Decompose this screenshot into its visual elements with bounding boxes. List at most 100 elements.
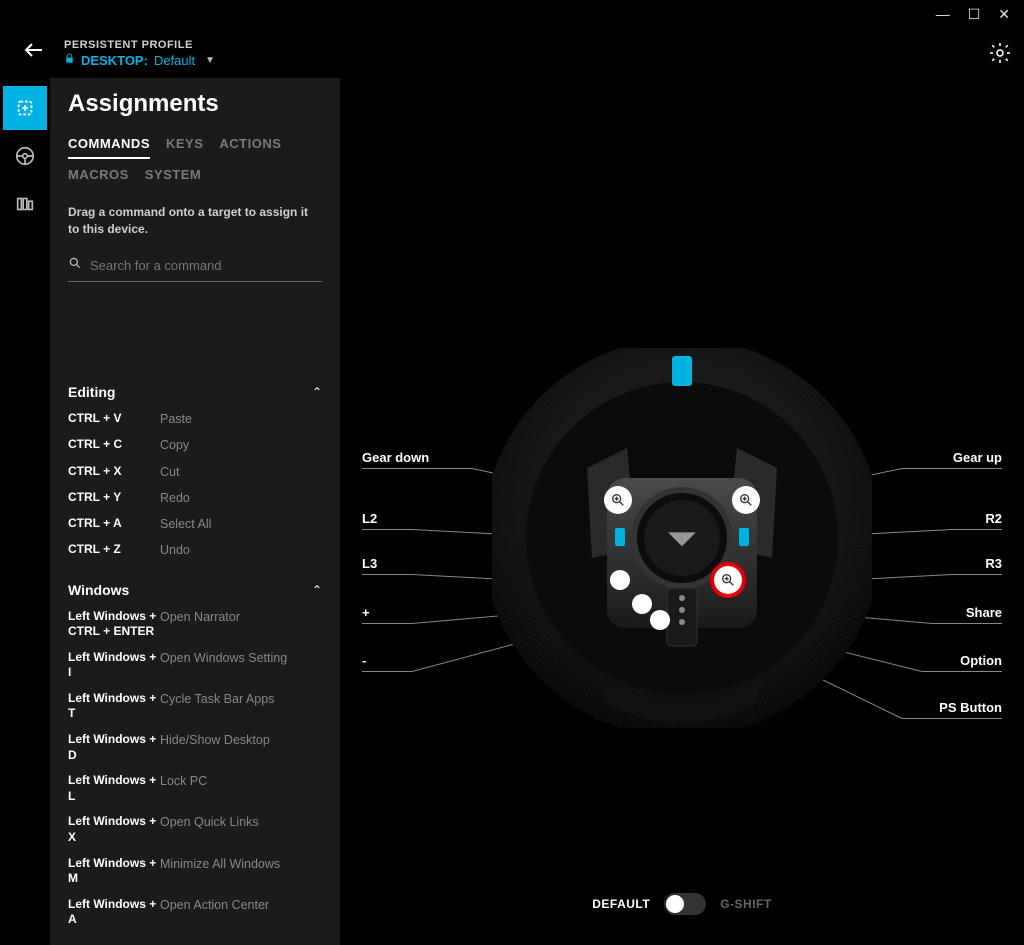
hotspot-r3-highlighted[interactable]	[714, 566, 742, 594]
group-name: Windows	[68, 582, 129, 598]
callout-r2: R2	[985, 511, 1002, 526]
callout-ps-button: PS Button	[939, 700, 1002, 715]
group-name: Editing	[68, 384, 115, 400]
command-item[interactable]: CTRL + XCut	[68, 459, 322, 485]
command-label: Hide/Show Desktop	[160, 732, 270, 748]
command-label: Cycle Task Bar Apps	[160, 691, 274, 707]
profile-name: Default	[154, 53, 195, 68]
command-label: Open Quick Links	[160, 814, 259, 830]
toggle-gshift-label: G-SHIFT	[720, 897, 772, 911]
callout-l2: L2	[362, 511, 377, 526]
tab-keys[interactable]: KEYS	[166, 136, 203, 159]
command-keys: CTRL + Y	[68, 490, 160, 506]
tab-actions[interactable]: ACTIONS	[219, 136, 281, 159]
hotspot-dpad[interactable]	[604, 486, 632, 514]
command-label: Open Windows Setting	[160, 650, 287, 666]
chevron-down-icon[interactable]: ▼	[205, 55, 215, 66]
tab-system[interactable]: SYSTEM	[145, 167, 201, 188]
callout-option: Option	[960, 653, 1002, 668]
command-label: Open Narrator	[160, 609, 240, 625]
command-label: Minimize All Windows	[160, 856, 280, 872]
wheel-diagram: Gear down L2 L3 + -	[362, 348, 1002, 768]
topbar: PERSISTENT PROFILE DESKTOP: Default ▼	[0, 28, 1024, 78]
lock-icon	[64, 53, 75, 67]
window-maximize[interactable]: ☐	[968, 6, 981, 23]
tab-commands[interactable]: COMMANDS	[68, 136, 150, 159]
callout-minus: -	[362, 653, 366, 668]
command-label: Cut	[160, 464, 179, 480]
command-item[interactable]: CTRL + CCopy	[68, 432, 322, 458]
gshift-switch[interactable]	[664, 893, 706, 915]
desktop-label: DESKTOP:	[81, 53, 148, 68]
command-label: Open Action Center	[160, 897, 269, 913]
callout-gear-up: Gear up	[953, 450, 1002, 465]
search-icon	[68, 256, 82, 275]
group-header[interactable]: Windows ⌃	[68, 582, 322, 598]
rail-assignments[interactable]	[3, 86, 47, 130]
callout-l3: L3	[362, 556, 377, 571]
hotspot-plus[interactable]	[632, 594, 652, 614]
command-label: Lock PC	[160, 773, 207, 789]
command-item[interactable]: Left Windows + MMinimize All Windows	[68, 851, 322, 892]
command-label: Undo	[160, 542, 190, 558]
command-label: Copy	[160, 437, 189, 453]
tab-macros[interactable]: MACROS	[68, 167, 129, 188]
command-item[interactable]: CTRL + ASelect All	[68, 511, 322, 537]
callout-share: Share	[966, 605, 1002, 620]
chevron-up-icon: ⌃	[312, 583, 322, 597]
command-keys: Left Windows + A	[68, 897, 160, 928]
page-title: Assignments	[68, 90, 322, 118]
callout-gear-down: Gear down	[362, 450, 429, 465]
hotspot-minus[interactable]	[650, 610, 670, 630]
command-item[interactable]: Left Windows + TCycle Task Bar Apps	[68, 686, 322, 727]
sidebar: Assignments COMMANDS KEYS ACTIONS MACROS…	[50, 78, 340, 945]
command-item[interactable]: CTRL + VPaste	[68, 406, 322, 432]
command-label: Select All	[160, 516, 211, 532]
command-item[interactable]: Left Windows + DHide/Show Desktop	[68, 727, 322, 768]
command-item[interactable]: CTRL + YRedo	[68, 485, 322, 511]
command-keys: Left Windows + CTRL + ENTER	[68, 609, 160, 640]
command-list[interactable]: Editing⌃CTRL + VPasteCTRL + CCopyCTRL + …	[68, 366, 334, 945]
rail-pedals[interactable]	[3, 182, 47, 226]
chevron-up-icon: ⌃	[312, 385, 322, 399]
back-button[interactable]	[10, 38, 58, 68]
window-minimize[interactable]: —	[936, 6, 950, 22]
device-view: Gear down L2 L3 + -	[340, 78, 1024, 945]
settings-button[interactable]	[988, 41, 1012, 65]
help-text: Drag a command onto a target to assign i…	[68, 204, 322, 238]
search-input[interactable]	[90, 258, 322, 273]
hotspot-l3[interactable]	[610, 570, 630, 590]
persistent-profile-label: PERSISTENT PROFILE	[64, 39, 215, 51]
profile-selector[interactable]: DESKTOP: Default ▼	[64, 53, 215, 68]
command-item[interactable]: Left Windows + AOpen Action Center	[68, 892, 322, 933]
rail-steering[interactable]	[3, 134, 47, 178]
command-keys: CTRL + A	[68, 516, 160, 532]
search-row	[68, 252, 322, 282]
command-keys: CTRL + Z	[68, 542, 160, 558]
command-item[interactable]: Left Windows + IOpen Windows Setting	[68, 645, 322, 686]
hotspot-l2[interactable]	[615, 528, 625, 546]
command-item[interactable]: Left Windows + LLock PC	[68, 768, 322, 809]
command-keys: Left Windows + I	[68, 650, 160, 681]
command-keys: Left Windows + L	[68, 773, 160, 804]
hotspot-r2[interactable]	[739, 528, 749, 546]
command-keys: CTRL + V	[68, 411, 160, 427]
command-keys: Left Windows + D	[68, 732, 160, 763]
command-label: Redo	[160, 490, 190, 506]
window-close[interactable]: ✕	[998, 6, 1010, 23]
command-item[interactable]: Left Windows + CTRL + ENTEROpen Narrator	[68, 604, 322, 645]
hotspot-face[interactable]	[732, 486, 760, 514]
toggle-default-label: DEFAULT	[592, 897, 650, 911]
group-header[interactable]: Editing ⌃	[68, 384, 322, 400]
command-keys: Left Windows + T	[68, 691, 160, 722]
titlebar: — ☐ ✕	[0, 0, 1024, 28]
callout-r3: R3	[985, 556, 1002, 571]
command-item[interactable]: CTRL + ZUndo	[68, 537, 322, 563]
command-keys: CTRL + X	[68, 464, 160, 480]
command-label: Paste	[160, 411, 192, 427]
left-rail	[0, 78, 50, 945]
command-item[interactable]: Left Windows + XOpen Quick Links	[68, 809, 322, 850]
command-keys: CTRL + C	[68, 437, 160, 453]
svg-text:◥◤: ◥◤	[668, 528, 696, 548]
command-keys: Left Windows + M	[68, 856, 160, 887]
